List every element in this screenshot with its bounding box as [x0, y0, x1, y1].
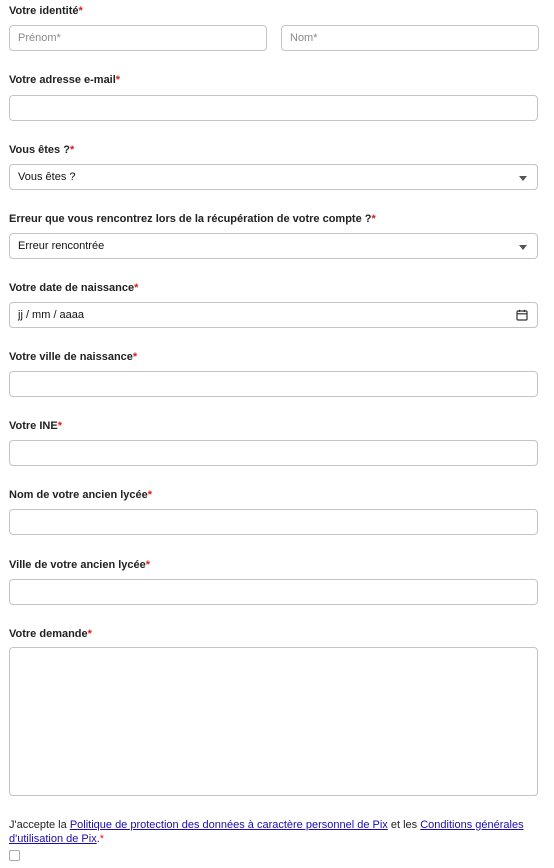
- request-label: Votre demande*: [9, 628, 92, 640]
- required-mark: *: [134, 282, 139, 294]
- ine-label-text: Votre INE: [9, 420, 58, 432]
- email-input[interactable]: [9, 95, 538, 121]
- lastname-placeholder: Nom*: [290, 32, 318, 44]
- request-textarea[interactable]: [9, 647, 538, 796]
- required-mark: *: [371, 213, 376, 225]
- required-mark: *: [147, 489, 153, 501]
- school-city-label-text: Ville de votre ancien lycée: [9, 559, 146, 571]
- required-mark: *: [115, 74, 121, 86]
- error-type-label: Erreur que vous rencontrez lors de la ré…: [9, 213, 376, 225]
- required-mark: *: [99, 833, 105, 845]
- required-mark: *: [57, 420, 62, 432]
- lastname-input[interactable]: Nom*: [281, 25, 539, 51]
- ine-label: Votre INE*: [9, 420, 62, 432]
- birth-city-label-text: Votre ville de naissance: [9, 351, 133, 363]
- school-city-input[interactable]: [9, 579, 538, 605]
- user-type-label-text: Vous êtes ?: [9, 144, 70, 156]
- calendar-icon[interactable]: [516, 309, 528, 324]
- birthdate-placeholder: jj / mm / aaaa: [18, 309, 85, 321]
- school-name-label-text: Nom de votre ancien lycée: [9, 489, 148, 501]
- firstname-placeholder: Prénom*: [18, 32, 61, 44]
- chevron-down-icon: [519, 176, 527, 181]
- consent-text: J'accepte la Politique de protection des…: [9, 818, 544, 846]
- consent-checkbox[interactable]: [9, 850, 20, 861]
- identity-label-text: Votre identité: [9, 5, 79, 17]
- consent-middle: et les: [387, 819, 421, 831]
- school-name-label: Nom de votre ancien lycée*: [9, 489, 152, 501]
- birthdate-input[interactable]: jj / mm / aaaa: [9, 302, 538, 328]
- required-mark: *: [69, 144, 75, 156]
- user-type-label: Vous êtes ?*: [9, 144, 74, 156]
- ine-input[interactable]: [9, 440, 538, 466]
- required-mark: *: [78, 5, 83, 17]
- school-city-label: Ville de votre ancien lycée*: [9, 559, 150, 571]
- school-name-input[interactable]: [9, 509, 538, 535]
- consent-prefix: J'accepte la: [9, 819, 70, 831]
- error-type-selected: Erreur rencontrée: [18, 240, 105, 252]
- user-type-select[interactable]: Vous êtes ?: [9, 164, 538, 190]
- privacy-policy-link[interactable]: Politique de protection des données à ca…: [70, 819, 388, 831]
- birthdate-label-text: Votre date de naissance: [9, 282, 135, 294]
- birth-city-label: Votre ville de naissance*: [9, 351, 137, 363]
- firstname-input[interactable]: Prénom*: [9, 25, 267, 51]
- required-mark: *: [132, 351, 138, 363]
- required-mark: *: [87, 628, 92, 640]
- identity-label: Votre identité*: [9, 5, 83, 17]
- request-label-text: Votre demande: [9, 628, 88, 640]
- error-type-select[interactable]: Erreur rencontrée: [9, 233, 538, 259]
- chevron-down-icon: [519, 245, 527, 250]
- required-mark: *: [145, 559, 151, 571]
- email-label-text: Votre adresse e-mail: [9, 74, 116, 86]
- error-type-label-text: Erreur que vous rencontrez lors de la ré…: [9, 213, 372, 225]
- user-type-selected: Vous êtes ?: [18, 171, 76, 183]
- birthdate-label: Votre date de naissance*: [9, 282, 138, 294]
- birth-city-input[interactable]: [9, 371, 538, 397]
- email-label: Votre adresse e-mail*: [9, 74, 120, 86]
